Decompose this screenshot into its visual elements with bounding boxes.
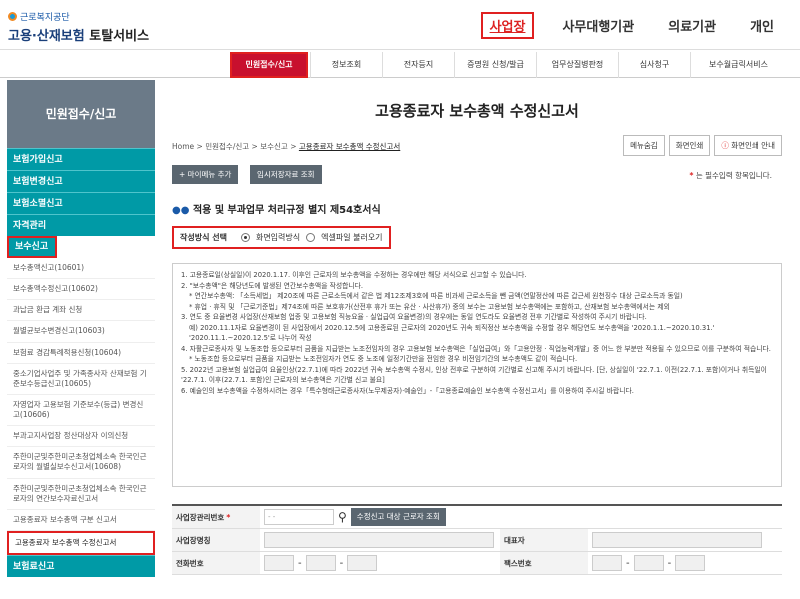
sidebar-item[interactable]: 보험료 경감특례적용신청(10604)	[7, 343, 155, 364]
sidebar-group[interactable]: 보험가입신고	[7, 148, 155, 170]
sidebar-item[interactable]: 고용종료자 보수총액 구분 신고서	[7, 510, 155, 531]
print-guide-label: 화면인쇄 안내	[731, 141, 775, 150]
notice-line: 2. "보수총액"은 해당년도에 발생된 연간보수총액을 작성합니다.	[181, 281, 364, 290]
sidebar-item[interactable]: 중소기업사업주 및 가족종사자 산재보험 기준보수등급신고(10605)	[7, 364, 155, 395]
fax-field-1	[592, 555, 622, 571]
sidebar-item[interactable]: 보수총액수정신고(10602)	[7, 279, 155, 301]
phone-field-2	[305, 555, 336, 571]
lookup-workers-button[interactable]: 수정신고 대상 근로자 조회	[350, 508, 446, 526]
breadcrumb-item[interactable]: 보수신고	[260, 142, 288, 151]
sidebar-group[interactable]: 보험변경신고	[7, 170, 155, 192]
sidebar: 민원접수/신고 보험가입신고 보험변경신고 보험소멸신고 자격관리 보수신고 보…	[7, 80, 155, 599]
menu-service[interactable]: 보수월급릭서비스	[690, 52, 786, 78]
breadcrumb-item[interactable]: 민원접수/신고	[205, 142, 249, 151]
section-title: ●● 적용 및 부과업무 처리규정 별지 제54호서식	[172, 201, 782, 216]
sidebar-group[interactable]: 보험소멸신고	[7, 192, 155, 214]
notice-line: 3. 연도 중 요율변경 사업장(산재보험 업종 및 고용보험 직능요율 · 실…	[181, 313, 647, 322]
sidebar-item[interactable]: 자영업자 고용보험 기준보수(등급) 변경신고(10606)	[7, 395, 155, 427]
sidebar-item[interactable]: 보수총액신고(10601)	[7, 258, 155, 280]
main-menu: 민원접수/신고 정보조회 전자등지 증명원 신청/발급 업무상질병판정 심사청구…	[0, 52, 800, 78]
bullet-icon: ●●	[172, 205, 190, 216]
breadcrumb: Home > 민원접수/신고 > 보수신고 > 고용종료자 보수총액 수정신고서	[172, 142, 401, 151]
menu-review[interactable]: 심사청구	[618, 52, 690, 78]
hide-menu-button[interactable]: 메뉴숨김	[623, 135, 665, 156]
alert-icon: ⓘ	[721, 141, 729, 150]
sidebar-item[interactable]: 월별균보수변경신고(10603)	[7, 321, 155, 343]
required-note: * 는 필수입력 항목입니다.	[690, 170, 772, 181]
sidebar-item[interactable]: 주한미군및주한미군초청업체소속 한국인근로자의 월별실보수신고서(10608)	[7, 447, 155, 479]
sidebar-item[interactable]: 주한미군및주한미군초청업체소속 한국인근로자의 연간보수자료신고서	[7, 479, 155, 510]
rep-field	[592, 532, 762, 548]
rep-label: 대표자	[500, 529, 588, 551]
service-main: 고용·산재보험	[8, 29, 85, 44]
menu-e-notice[interactable]: 전자등지	[382, 52, 454, 78]
search-icon[interactable]: ⚲	[338, 510, 347, 524]
required-text: 는 필수입력 항목입니다.	[695, 171, 772, 180]
fax-label: 팩스번호	[500, 552, 588, 574]
phone-field-3	[347, 555, 378, 571]
header: 근로복지공단 고용·산재보험 토탈서비스 사업장 사무대행기관 의료기관 개인	[0, 0, 800, 50]
breadcrumb-home[interactable]: Home	[172, 142, 194, 151]
method-label: 작성방식 선택	[180, 233, 227, 242]
topnav-personal[interactable]: 개인	[744, 14, 780, 37]
logo[interactable]: 근로복지공단 고용·산재보험 토탈서비스	[8, 10, 149, 44]
fax-field-2	[633, 555, 664, 571]
workplace-form: 사업장관리번호 * - - ⚲ 수정신고 대상 근로자 조회 사업장명칭 대표자 …	[172, 504, 782, 575]
section-title-text: 적용 및 부과업무 처리규정 별지 제54호서식	[192, 205, 381, 216]
biz-name-label: 사업장명칭	[172, 529, 260, 551]
method-select: 작성방식 선택 화면입력방식 엑셀파일 불러오기	[172, 226, 391, 249]
radio-screen[interactable]	[240, 233, 250, 242]
temp-save-lookup-button[interactable]: 임시저장자료 조회	[250, 165, 322, 184]
topnav-agency[interactable]: 사무대행기관	[556, 14, 640, 37]
breadcrumb-current[interactable]: 고용종료자 보수총액 수정신고서	[299, 142, 400, 151]
service-sub: 토탈서비스	[89, 29, 150, 44]
notice-line: 5. 2022년 고용보험 실업급여 요율인상(22.7.1)에 따라 2022…	[181, 365, 767, 385]
notice-line: 예) 2020.11.1자로 요율변경이 된 사업장에서 2020.12.5에 …	[189, 323, 715, 343]
topnav-workplace[interactable]: 사업장	[480, 12, 535, 39]
sidebar-group-wage[interactable]: 보수신고	[7, 236, 57, 258]
biz-no-label: 사업장관리번호 *	[172, 506, 260, 528]
notice-line: * 노동조합 등으로부터 금품을 지급받는 노조전임자가 연도 중 노조에 일정…	[189, 355, 578, 364]
biz-no-input[interactable]: - -	[264, 509, 334, 525]
sidebar-group[interactable]: 보험료신고	[7, 555, 155, 577]
topnav-medical[interactable]: 의료기관	[662, 14, 722, 37]
comwel-logo-icon	[8, 12, 17, 21]
main-content: 고용종료자 보수총액 수정신고서 Home > 민원접수/신고 > 보수신고 >…	[172, 80, 782, 487]
notice-box: 1. 고용종료일(상실일)이 2020.1.17. 이후인 근로자의 보수총액을…	[172, 263, 782, 487]
menu-disease[interactable]: 업무상질병판정	[536, 52, 618, 78]
radio-excel-label[interactable]: 엑셀파일 불러오기	[321, 232, 382, 243]
print-button[interactable]: 화면인쇄	[668, 135, 711, 156]
org-name: 근로복지공단	[20, 13, 70, 23]
radio-excel[interactable]	[306, 233, 316, 242]
sidebar-group[interactable]: 자격관리	[7, 214, 155, 236]
required-asterisk: *	[689, 171, 694, 180]
phone-field-1	[264, 555, 294, 571]
add-mymenu-button[interactable]: + 마이메뉴 추가	[172, 165, 239, 184]
biz-name-field	[264, 532, 494, 548]
menu-info[interactable]: 정보조회	[310, 52, 382, 78]
menu-civil-report[interactable]: 민원접수/신고	[230, 52, 308, 78]
notice-line: 6. 예술인의 보수총액을 수정하시려는 경우「특수형태근로종사자(노무제공자)…	[181, 386, 634, 395]
phone-label: 전화번호	[172, 552, 260, 574]
menu-certificate[interactable]: 증명원 신청/발급	[454, 52, 536, 78]
print-guide-button[interactable]: ⓘ 화면인쇄 안내	[714, 135, 782, 156]
notice-line: 1. 고용종료일(상실일)이 2020.1.17. 이후인 근로자의 보수총액을…	[181, 271, 527, 279]
radio-screen-label[interactable]: 화면입력방식	[256, 232, 300, 243]
top-nav: 사업장 사무대행기관 의료기관 개인	[459, 12, 780, 39]
sidebar-item[interactable]: 과납금 환급 계좌 신청	[7, 300, 155, 322]
sidebar-item[interactable]: 부과고지사업장 정산대상자 이의신청	[7, 426, 155, 448]
notice-line: * 휴업 · 휴직 및 「근로기준법」제74조에 따른 보호휴가(산전후 휴가 …	[189, 302, 670, 311]
notice-line: 4. 자활근로종사자 및 노동조합 등으로부터 금품을 지급받는 노조전임자의 …	[181, 344, 771, 353]
notice-line: * 연간보수총액: 「소득세법」 제20조에 따른 근로소득에서 같은 법 제1…	[189, 292, 683, 301]
required-asterisk: *	[226, 512, 231, 522]
page-title: 고용종료자 보수총액 수정신고서	[375, 102, 579, 120]
sidebar-title: 민원접수/신고	[7, 80, 155, 148]
fax-field-3	[675, 555, 706, 571]
sidebar-item-current[interactable]: 고용종료자 보수총액 수정신고서	[7, 530, 155, 555]
